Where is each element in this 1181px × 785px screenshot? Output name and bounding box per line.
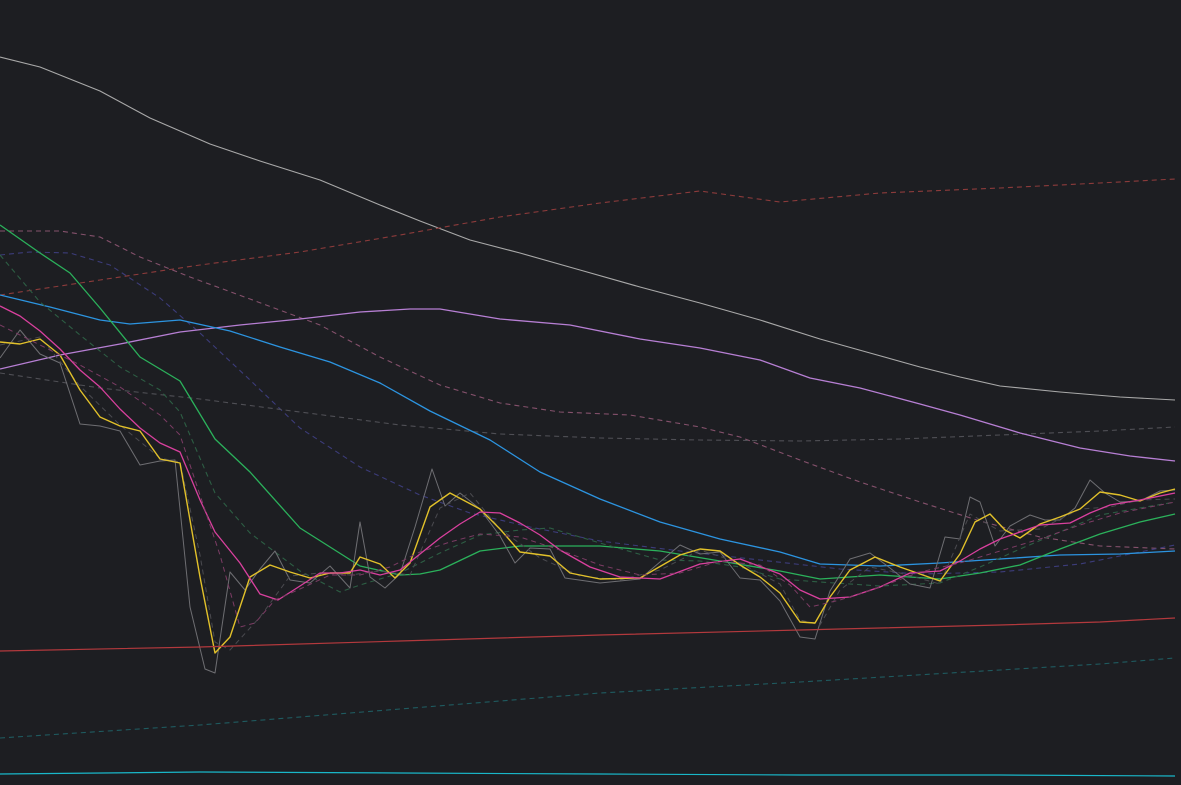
chart-background bbox=[0, 0, 1181, 785]
line-chart bbox=[0, 0, 1181, 785]
chart-canvas bbox=[0, 0, 1181, 785]
